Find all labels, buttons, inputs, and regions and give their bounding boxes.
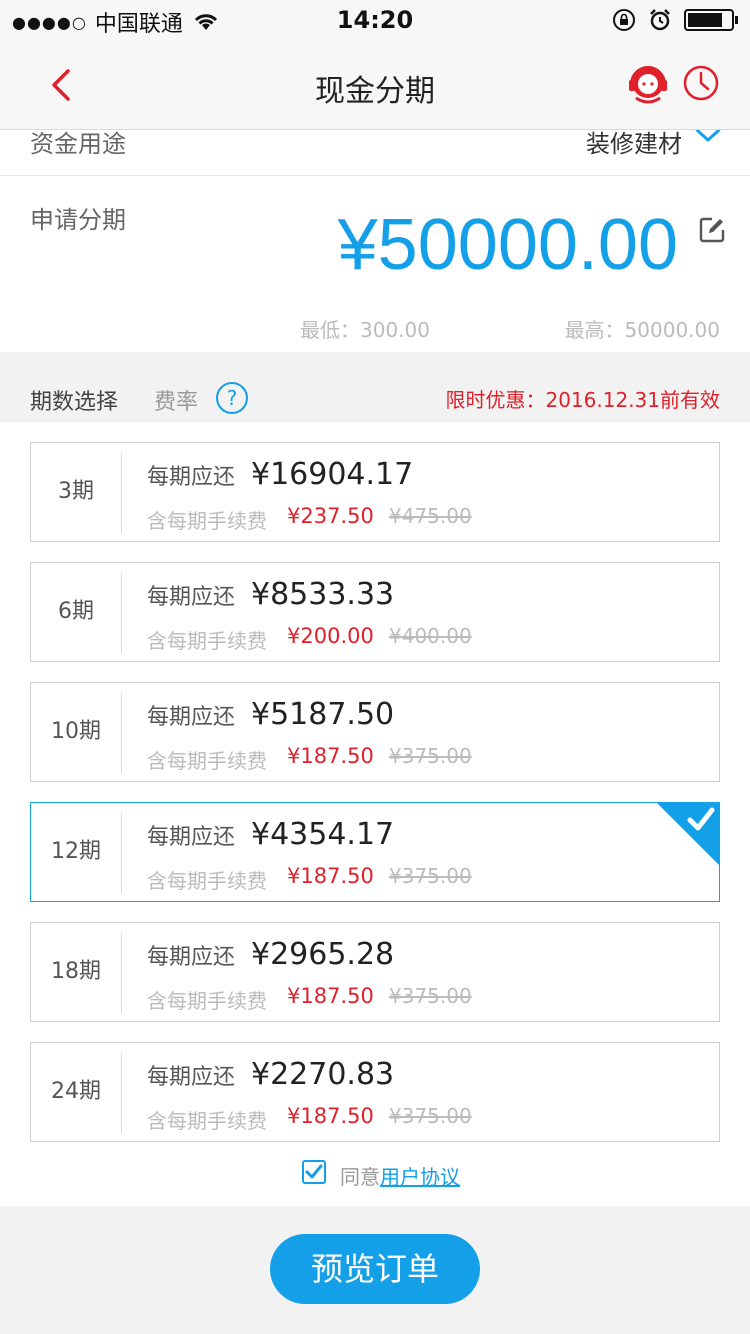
plan-fee: ¥187.50 [287, 1104, 374, 1128]
plan-term: 6期 [58, 599, 94, 624]
plan-option-6[interactable]: 6期 每期应还 ¥8533.33 含每期手续费 ¥200.00 ¥400.00 [30, 562, 720, 662]
agreement-row: 同意 用户协议 [0, 1160, 750, 1190]
plan-fee-label: 含每期手续费 [147, 749, 267, 773]
plan-term: 10期 [51, 719, 101, 744]
clock-icon[interactable] [682, 64, 720, 102]
plan-pay-label: 每期应还 [147, 585, 236, 610]
max-amount: 最高：50000.00 [564, 318, 720, 342]
fund-usage-label: 资金用途 [30, 130, 126, 158]
plan-pay-label: 每期应还 [147, 825, 236, 850]
agree-text: 同意 [340, 1165, 380, 1189]
plan-divider [121, 453, 122, 533]
rate-label: 费率 [154, 390, 199, 415]
battery-icon [684, 9, 738, 31]
plan-fee-original: ¥375.00 [389, 744, 472, 768]
plan-fee: ¥187.50 [287, 984, 374, 1008]
lock-rotation-icon [613, 9, 635, 31]
status-right [612, 8, 738, 32]
plan-term: 3期 [58, 479, 94, 504]
plan-fee-label: 含每期手续费 [147, 989, 267, 1013]
plan-fee-original: ¥475.00 [389, 504, 472, 528]
edit-icon[interactable] [698, 216, 726, 244]
customer-service-icon[interactable] [626, 62, 670, 106]
plan-pay-amount: ¥4354.17 [251, 817, 395, 852]
plan-pay-label: 每期应还 [147, 705, 236, 730]
plan-pay-amount: ¥5187.50 [251, 697, 395, 732]
plan-fee-label: 含每期手续费 [147, 629, 267, 653]
plan-pay-amount: ¥2270.83 [251, 1057, 395, 1092]
footer: 预览订单 [0, 1206, 750, 1334]
plan-option-10[interactable]: 10期 每期应还 ¥5187.50 含每期手续费 ¥187.50 ¥375.00 [30, 682, 720, 782]
plan-fee: ¥187.50 [287, 864, 374, 888]
plan-fee-original: ¥375.00 [389, 984, 472, 1008]
alarm-icon [650, 9, 670, 31]
plan-fee-label: 含每期手续费 [147, 509, 267, 533]
promo-text: 限时优惠：2016.12.31前有效 [445, 388, 720, 412]
min-amount: 最低：300.00 [300, 318, 430, 342]
plan-term: 12期 [51, 839, 101, 864]
fund-usage-value: 装修建材 [586, 130, 682, 158]
check-icon [657, 803, 719, 865]
navigation-bar: 现金分期 [0, 40, 750, 130]
user-agreement-link[interactable]: 用户协议 [380, 1161, 460, 1190]
plan-pay-amount: ¥16904.17 [251, 457, 414, 492]
preview-order-button[interactable]: 预览订单 [270, 1234, 480, 1304]
plan-fee: ¥200.00 [287, 624, 374, 648]
plan-term: 24期 [51, 1079, 101, 1104]
plan-divider [121, 573, 122, 653]
apply-amount-value: ¥50000.00 [337, 205, 678, 285]
plan-pay-amount: ¥8533.33 [251, 577, 395, 612]
plan-list: 3期 每期应还 ¥16904.17 含每期手续费 ¥237.50 ¥475.00… [0, 422, 750, 1206]
plan-fee: ¥237.50 [287, 504, 374, 528]
plan-option-24[interactable]: 24期 每期应还 ¥2270.83 含每期手续费 ¥187.50 ¥375.00 [30, 1042, 720, 1142]
plan-pay-amount: ¥2965.28 [251, 937, 395, 972]
plan-option-18[interactable]: 18期 每期应还 ¥2965.28 含每期手续费 ¥187.50 ¥375.00 [30, 922, 720, 1022]
period-header: 期数选择 费率 ? 限时优惠：2016.12.31前有效 [0, 372, 750, 422]
plan-fee-original: ¥400.00 [389, 624, 472, 648]
plan-fee-label: 含每期手续费 [147, 869, 267, 893]
plan-pay-label: 每期应还 [147, 465, 236, 490]
plan-fee-label: 含每期手续费 [147, 1109, 267, 1133]
fund-usage-row[interactable]: 资金用途 装修建材 [0, 130, 750, 176]
plan-fee-original: ¥375.00 [389, 864, 472, 888]
amount-panel: 申请分期 ¥50000.00 最低：300.00 最高：50000.00 [0, 176, 750, 352]
plan-pay-label: 每期应还 [147, 945, 236, 970]
plan-divider [121, 693, 122, 773]
checkbox-check-icon [305, 1164, 323, 1179]
plan-divider [121, 813, 122, 893]
plan-option-3[interactable]: 3期 每期应还 ¥16904.17 含每期手续费 ¥237.50 ¥475.00 [30, 442, 720, 542]
apply-amount-label: 申请分期 [30, 206, 126, 234]
plan-divider [121, 1053, 122, 1133]
plan-term: 18期 [51, 959, 101, 984]
help-icon[interactable]: ? [216, 382, 248, 414]
plan-divider [121, 933, 122, 1013]
plan-option-12[interactable]: 12期 每期应还 ¥4354.17 含每期手续费 ¥187.50 ¥375.00 [30, 802, 720, 902]
plan-fee-original: ¥375.00 [389, 1104, 472, 1128]
status-bar: ●●●●○ 中国联通 14:20 [0, 0, 750, 40]
agree-checkbox[interactable] [302, 1160, 326, 1184]
plan-fee: ¥187.50 [287, 744, 374, 768]
period-select-label: 期数选择 [30, 390, 119, 415]
chevron-down-icon [695, 130, 721, 142]
plan-pay-label: 每期应还 [147, 1065, 236, 1090]
